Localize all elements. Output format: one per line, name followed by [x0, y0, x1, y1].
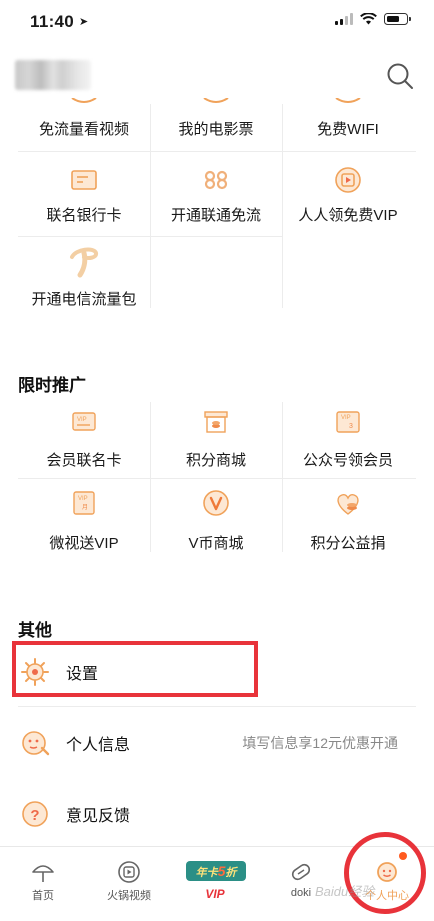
wifi-icon — [360, 13, 377, 25]
partial-icon — [71, 98, 97, 103]
battery-icon — [384, 13, 411, 25]
avatar[interactable] — [15, 60, 91, 90]
v-coin-icon — [203, 490, 229, 516]
promo-label: 会员联名卡 — [46, 452, 122, 469]
service-item[interactable]: 人人领免费VIP — [282, 152, 414, 236]
svg-text:VIP: VIP — [78, 496, 88, 502]
tab-hotpot-video[interactable]: 火锅视频 — [86, 847, 172, 921]
service-item[interactable]: 开通联通免流 — [150, 152, 282, 236]
promo-label: 微视送VIP — [49, 535, 119, 552]
vip-card-icon: VIP — [72, 412, 96, 431]
vip-month-card-icon: VIP 月 — [73, 491, 95, 515]
watermark: Baidu经验 — [315, 884, 375, 899]
umbrella-icon — [32, 865, 54, 882]
promo-item[interactable]: VIP 会员联名卡 — [18, 402, 150, 478]
promo-title: 限时推广 — [18, 376, 86, 395]
other-title: 其他 — [18, 621, 52, 640]
profile-info-hint: 填写信息享12元优惠开通 — [242, 735, 398, 751]
service-label: 我的电影票 — [178, 121, 254, 138]
status-time: 11:40 — [30, 12, 75, 31]
tab-home[interactable]: 首页 — [0, 847, 86, 921]
service-label: 人人领免费VIP — [298, 207, 398, 224]
vip-ticket-icon: VIP 3 — [336, 411, 360, 433]
profile-face-icon — [22, 731, 50, 756]
highlight-box — [12, 641, 258, 697]
film-vip-icon — [335, 167, 361, 193]
profile-info-label: 个人信息 — [66, 737, 131, 754]
cellular-signal-icon — [335, 13, 353, 25]
svg-text:VIP: VIP — [341, 415, 351, 421]
svg-text:月: 月 — [82, 504, 88, 511]
promo-item[interactable]: 积分公益捐 — [282, 479, 414, 553]
bank-card-icon — [71, 170, 97, 190]
tab-vip[interactable]: 年卡5折 VIP — [172, 847, 258, 921]
promo-label: 积分商城 — [185, 452, 246, 469]
profile-info-row[interactable]: 个人信息 填写信息享12元优惠开通 — [0, 713, 434, 771]
promo-item[interactable]: VIP 月 微视送VIP — [18, 479, 150, 553]
service-item[interactable]: 开通电信流量包 — [18, 237, 150, 309]
promo-item[interactable]: 积分商城 — [150, 402, 282, 478]
play-icon — [118, 861, 140, 883]
points-shop-icon — [204, 411, 228, 433]
service-label: 联名银行卡 — [46, 207, 122, 224]
doki-icon — [291, 863, 311, 881]
china-telecom-icon — [70, 247, 99, 278]
promo-label: V币商城 — [188, 535, 244, 552]
svg-text:3: 3 — [349, 423, 353, 430]
question-icon: ? — [22, 801, 48, 827]
status-icons — [335, 13, 411, 25]
promo-label: 积分公益捐 — [310, 535, 386, 552]
service-label: 免费WIFI — [317, 121, 379, 138]
service-label: 免流量看视频 — [38, 121, 129, 138]
service-item[interactable]: 免流量看视频 — [18, 98, 150, 151]
status-bar: 11:40 ➤ — [0, 0, 434, 44]
service-item[interactable]: 我的电影票 — [150, 98, 282, 151]
service-label: 开通联通免流 — [170, 207, 261, 224]
highlight-circle — [344, 832, 426, 914]
svg-text:?: ? — [30, 807, 39, 824]
promo-label: 公众号领会员 — [302, 452, 393, 469]
location-arrow-icon: ➤ — [79, 16, 89, 28]
promo-item[interactable]: V币商城 — [150, 479, 282, 553]
tab-label: VIP — [205, 887, 225, 901]
partial-icon — [203, 98, 229, 103]
svg-text:VIP: VIP — [77, 417, 87, 423]
feedback-row[interactable]: ? 意见反馈 — [0, 784, 434, 842]
header — [0, 44, 434, 104]
service-item[interactable]: 联名银行卡 — [18, 152, 150, 236]
feedback-label: 意见反馈 — [66, 808, 131, 825]
service-item[interactable]: 免费WIFI — [282, 98, 414, 151]
tab-label: 首页 — [32, 890, 54, 902]
charity-heart-icon — [337, 494, 359, 515]
vip-promo-badge: 年卡5折 — [186, 861, 246, 881]
china-unicom-icon — [204, 170, 228, 190]
partial-icon — [335, 98, 361, 103]
service-label: 开通电信流量包 — [31, 291, 137, 308]
search-icon[interactable] — [386, 62, 414, 90]
promo-item[interactable]: VIP 3 公众号领会员 — [282, 402, 414, 478]
tab-label: 火锅视频 — [107, 890, 151, 902]
